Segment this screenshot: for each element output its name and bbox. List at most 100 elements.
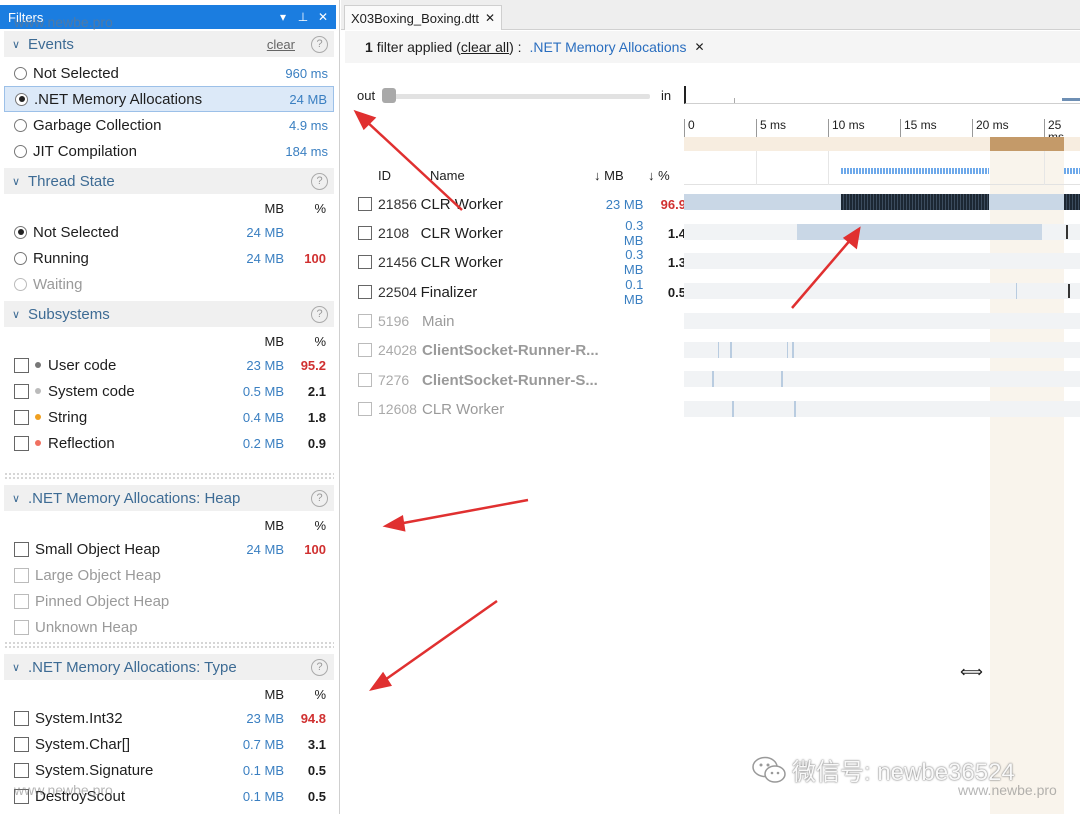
section-thread-state[interactable]: ∨ Thread State ?: [4, 168, 334, 194]
column-header-id[interactable]: ID: [378, 168, 391, 183]
heap-pinned-object[interactable]: Pinned Object Heap: [4, 588, 334, 614]
thread-timeline-lane[interactable]: [684, 342, 1080, 358]
thread-row[interactable]: 12608 CLR Worker: [356, 398, 686, 420]
zoom-slider-thumb[interactable]: [382, 88, 396, 103]
close-icon[interactable]: ✕: [485, 11, 495, 25]
clear-link[interactable]: clear: [267, 37, 295, 52]
thread-row[interactable]: 24028 ClientSocket-Runner-R...: [356, 339, 686, 361]
heap-small-object[interactable]: Small Object Heap 24 MB 100: [4, 536, 334, 562]
section-splitter[interactable]: [4, 641, 334, 649]
type-destroy-scout[interactable]: DestroyScout 0.1 MB 0.5: [4, 783, 334, 809]
subsystem-user-code[interactable]: User code 23 MB 95.2: [4, 352, 334, 378]
radio-button[interactable]: [14, 144, 27, 158]
checkbox[interactable]: [358, 255, 372, 269]
column-header-pct[interactable]: ↓ %: [648, 168, 670, 183]
subsystem-system-code[interactable]: System code 0.5 MB 2.1: [4, 378, 334, 404]
checkbox[interactable]: [14, 762, 29, 778]
checkbox[interactable]: [358, 314, 372, 328]
checkbox[interactable]: [358, 343, 372, 357]
column-header-mb[interactable]: ↓ MB: [594, 168, 624, 183]
chevron-down-icon[interactable]: ∨: [4, 38, 28, 51]
dropdown-icon[interactable]: ▾: [276, 10, 290, 24]
thread-row[interactable]: 22504 Finalizer 0.1 MB 0.5: [356, 277, 686, 307]
clear-all-link[interactable]: clear all: [461, 39, 509, 55]
checkbox[interactable]: [14, 383, 29, 399]
event-net-memory-allocations[interactable]: .NET Memory Allocations 24 MB: [4, 86, 334, 112]
close-icon[interactable]: ✕: [694, 40, 704, 54]
thread-state-not-selected[interactable]: Not Selected 24 MB: [4, 219, 334, 245]
thread-timeline-lane[interactable]: [684, 283, 1080, 299]
filter-chip[interactable]: .NET Memory Allocations: [530, 39, 687, 55]
chevron-down-icon[interactable]: ∨: [4, 492, 28, 505]
checkbox[interactable]: [14, 357, 29, 373]
timeline-selection[interactable]: [990, 137, 1064, 151]
radio-button-selected[interactable]: [15, 92, 28, 106]
checkbox[interactable]: [14, 710, 29, 726]
chevron-down-icon[interactable]: ∨: [4, 308, 28, 321]
checkbox[interactable]: [14, 788, 29, 804]
radio-button[interactable]: [14, 251, 27, 265]
thread-timeline-lane[interactable]: [684, 194, 1080, 210]
thread-row[interactable]: 21856 CLR Worker 23 MB 96.9: [356, 193, 686, 215]
checkbox[interactable]: [358, 373, 372, 387]
close-icon[interactable]: ✕: [316, 10, 330, 24]
thread-row[interactable]: 2108 CLR Worker 0.3 MB 1.4: [356, 218, 686, 248]
timeline-ruler[interactable]: 0 5 ms 10 ms 15 ms 20 ms 25 ms: [684, 116, 1080, 143]
checkbox[interactable]: [14, 409, 29, 425]
section-heap[interactable]: ∨ .NET Memory Allocations: Heap ?: [4, 485, 334, 511]
checkbox[interactable]: [14, 593, 29, 609]
type-system-int32[interactable]: System.Int32 23 MB 94.8: [4, 705, 334, 731]
checkbox[interactable]: [358, 285, 372, 299]
thread-timeline-lane[interactable]: [684, 401, 1080, 417]
section-subsystems[interactable]: ∨ Subsystems ?: [4, 301, 334, 327]
section-events[interactable]: ∨ Events clear ?: [4, 31, 334, 57]
subsystem-string[interactable]: String 0.4 MB 1.8: [4, 404, 334, 430]
help-icon[interactable]: ?: [311, 35, 328, 53]
chevron-down-icon[interactable]: ∨: [4, 175, 28, 188]
chevron-down-icon[interactable]: ∨: [4, 661, 28, 674]
event-jit-compilation[interactable]: JIT Compilation 184 ms: [4, 138, 334, 164]
radio-button-selected[interactable]: [14, 225, 27, 239]
timeline-selection-highlight: [990, 151, 1064, 814]
pin-icon[interactable]: ⊥: [296, 10, 310, 24]
checkbox[interactable]: [14, 619, 29, 635]
help-icon[interactable]: ?: [311, 489, 328, 507]
timeline-overview[interactable]: [684, 86, 1080, 104]
timeline-selection-band[interactable]: [684, 137, 1080, 151]
section-splitter[interactable]: [4, 472, 334, 480]
radio-button[interactable]: [14, 118, 27, 132]
checkbox[interactable]: [358, 197, 372, 211]
checkbox[interactable]: [14, 435, 29, 451]
checkbox[interactable]: [14, 736, 29, 752]
heap-large-object[interactable]: Large Object Heap: [4, 562, 334, 588]
thread-row[interactable]: 7276 ClientSocket-Runner-S...: [356, 369, 686, 391]
subsystem-reflection[interactable]: Reflection 0.2 MB 0.9: [4, 430, 334, 456]
column-header-name[interactable]: Name: [430, 168, 465, 183]
thread-timeline-lane[interactable]: [684, 224, 1080, 240]
help-icon[interactable]: ?: [311, 658, 328, 676]
type-system-signature[interactable]: System.Signature 0.1 MB 0.5: [4, 757, 334, 783]
event-garbage-collection[interactable]: Garbage Collection 4.9 ms: [4, 112, 334, 138]
checkbox[interactable]: [358, 402, 372, 416]
heap-unknown[interactable]: Unknown Heap: [4, 614, 334, 640]
event-not-selected[interactable]: Not Selected 960 ms: [4, 60, 334, 86]
radio-button[interactable]: [14, 66, 27, 80]
thread-row[interactable]: 5196 Main: [356, 310, 686, 332]
thread-state-waiting[interactable]: Waiting: [4, 271, 334, 297]
thread-timeline-lane[interactable]: [684, 371, 1080, 387]
document-tab[interactable]: X03Boxing_Boxing.dtt ✕: [344, 5, 502, 30]
section-type[interactable]: ∨ .NET Memory Allocations: Type ?: [4, 654, 334, 680]
thread-state-running[interactable]: Running 24 MB 100: [4, 245, 334, 271]
zoom-slider-track[interactable]: [384, 94, 650, 99]
thread-timeline-lane[interactable]: [684, 253, 1080, 269]
help-icon[interactable]: ?: [311, 172, 328, 190]
thread-timeline-lane[interactable]: [684, 313, 1080, 329]
checkbox[interactable]: [358, 226, 372, 240]
checkbox[interactable]: [14, 567, 29, 583]
zoom-in-label: in: [661, 88, 672, 103]
type-system-char-array[interactable]: System.Char[] 0.7 MB 3.1: [4, 731, 334, 757]
help-icon[interactable]: ?: [311, 305, 328, 323]
radio-button[interactable]: [14, 277, 27, 291]
checkbox[interactable]: [14, 541, 29, 557]
thread-row[interactable]: 21456 CLR Worker 0.3 MB 1.3: [356, 247, 686, 277]
